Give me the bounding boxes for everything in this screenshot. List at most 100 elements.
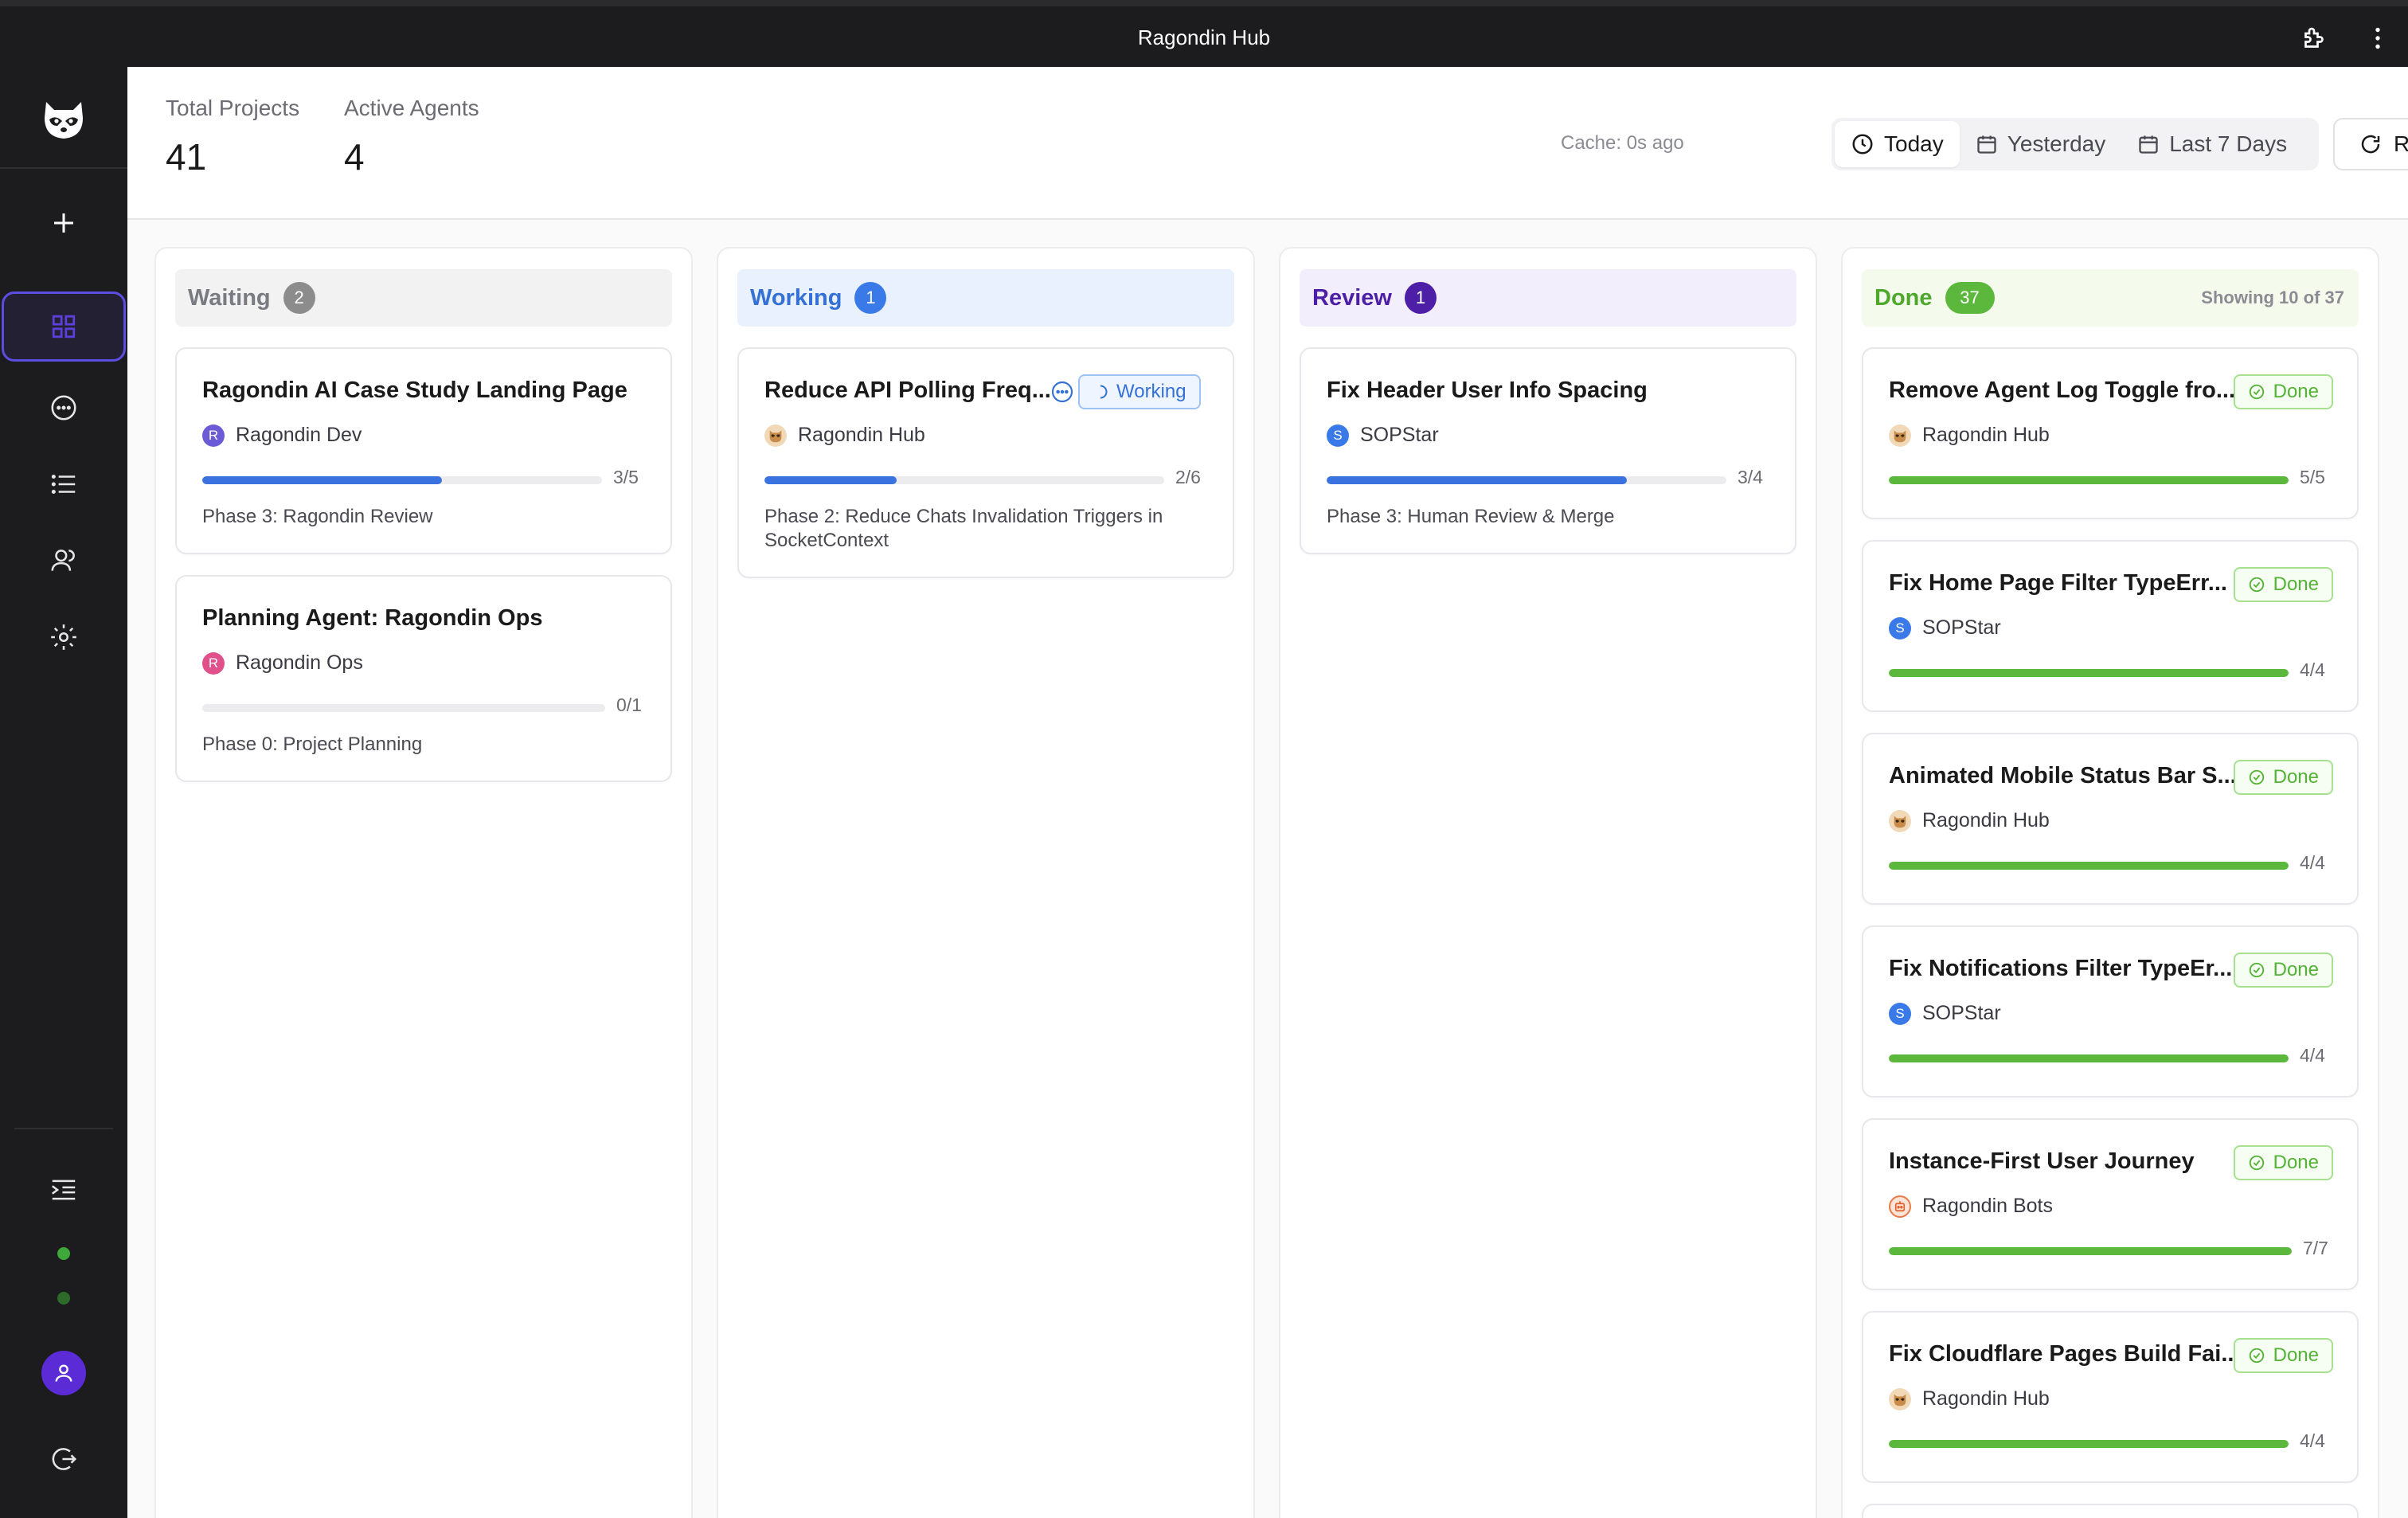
stat-label: Total Projects <box>166 96 300 120</box>
card-project: Ragondin Hub <box>1889 1387 2050 1410</box>
raccoon-logo-icon[interactable] <box>32 88 96 151</box>
progress-bar <box>1889 1247 2292 1255</box>
progress-count: 2/6 <box>1175 467 1201 487</box>
logout-icon[interactable] <box>32 1427 96 1491</box>
badge-label: Done <box>2273 381 2319 402</box>
sidebar-item-board[interactable] <box>2 291 126 362</box>
refresh-icon <box>2361 135 2380 154</box>
card-project: Ragondin Hub <box>1889 809 2050 832</box>
task-card[interactable]: Planning Agent: Ragondin Ops R Ragondin … <box>175 575 672 782</box>
column-title: Done <box>1874 284 1933 311</box>
card-project: Ragondin Hub <box>1889 424 2050 447</box>
progress-fill <box>1327 476 1627 484</box>
refresh-button[interactable]: Refresh <box>2333 118 2408 170</box>
task-card[interactable]: Fix Header User Info Spacing S SOPStar 3… <box>1300 347 1796 554</box>
progress-bar <box>1889 669 2289 677</box>
status-badge-done: Done <box>2233 760 2333 795</box>
list-icon <box>51 474 76 495</box>
sidebar-item-agents[interactable] <box>32 529 96 593</box>
progress-bar <box>202 476 602 484</box>
badge-label: Done <box>2273 1344 2319 1366</box>
check-circle-icon <box>2249 769 2264 785</box>
progress-fill <box>1889 669 2289 677</box>
progress-fill <box>202 476 443 484</box>
chat-icon[interactable] <box>1050 379 1075 405</box>
column-count-badge: 1 <box>1404 282 1437 314</box>
progress-fill <box>1889 1247 2292 1255</box>
status-badge-done: Done <box>2233 374 2333 409</box>
card-phase: Phase 3: Human Review & Merge <box>1327 506 1615 527</box>
card-phase: Phase 3: Ragondin Review <box>202 506 433 527</box>
window-titlebar: Ragondin Hub <box>0 0 2408 67</box>
progress-count: 0/1 <box>616 694 642 715</box>
card-title: Planning Agent: Ragondin Ops <box>202 605 543 631</box>
progress-count: 4/4 <box>2300 1045 2325 1066</box>
card-project: S SOPStar <box>1327 424 1439 447</box>
sidebar-item-chats[interactable] <box>32 376 96 440</box>
progress-bar <box>1327 476 1726 484</box>
task-card[interactable]: Remove Agent Log Toggle fro... Done Rago… <box>1862 347 2359 519</box>
card-project: Ragondin Bots <box>1889 1195 2053 1218</box>
progress-bar <box>764 476 1164 484</box>
task-card[interactable]: Fix Cloudflare Pages Build Fai... Done R… <box>1862 1311 2359 1483</box>
column-review: Review 1 Fix Header User Info Spacing S … <box>1279 247 1817 1518</box>
progress-count: 5/5 <box>2300 467 2325 487</box>
project-name: Ragondin Bots <box>1922 1195 2054 1217</box>
range-today-button[interactable]: Today <box>1835 121 1960 167</box>
column-done: Done 37 Showing 10 of 37 Remove Agent Lo… <box>1841 247 2379 1518</box>
cache-status: Cache: 0s ago <box>1561 132 1684 154</box>
sidebar-item-settings[interactable] <box>32 605 96 669</box>
extension-icon[interactable] <box>2298 22 2330 54</box>
user-avatar[interactable] <box>41 1351 86 1395</box>
column-title: Review <box>1312 284 1392 311</box>
sidebar-divider <box>0 167 127 169</box>
showing-count: Showing 10 of 37 <box>2201 288 2344 307</box>
status-badge-done: Done <box>2233 1145 2333 1180</box>
task-card[interactable]: Ragondin AI Case Study Landing Page R Ra… <box>175 347 672 554</box>
column-count-badge: 1 <box>854 282 887 314</box>
card-project: S SOPStar <box>1889 616 2001 640</box>
card-title: Remove Agent Log Toggle fro... <box>1889 378 2235 403</box>
check-circle-icon <box>2249 384 2264 400</box>
task-card[interactable]: Fix Home Page Filter TypeErr... Done S S… <box>1862 540 2359 712</box>
clock-icon <box>1852 134 1873 155</box>
collapse-sidebar-icon[interactable] <box>32 1158 96 1222</box>
check-circle-icon <box>2249 1348 2264 1363</box>
progress-bar <box>1889 476 2289 484</box>
range-yesterday-button[interactable]: Yesterday <box>1960 121 2122 167</box>
stats-header: Total Projects 41 Active Agents 4 Cache:… <box>127 67 2408 220</box>
project-name: Ragondin Hub <box>1922 424 2050 446</box>
task-card[interactable]: Instance-First User Journey Done Ragondi… <box>1862 1118 2359 1290</box>
card-title: Reduce API Polling Freq... <box>764 378 1051 403</box>
progress-count: 3/5 <box>613 467 639 487</box>
new-plus-icon[interactable] <box>32 191 96 255</box>
column-count-badge: 2 <box>283 282 315 314</box>
card-project: R Ragondin Ops <box>202 651 363 675</box>
more-vertical-icon[interactable] <box>2362 22 2394 54</box>
card-phase: Phase 2: Reduce Chats Invalidation Trigg… <box>764 506 1163 551</box>
task-card[interactable]: Animated Mobile Status Bar S... Done Rag… <box>1862 733 2359 905</box>
card-title: Ragondin AI Case Study Landing Page <box>202 378 627 403</box>
range-label: Yesterday <box>2007 131 2106 156</box>
user-icon <box>55 1364 72 1382</box>
project-avatar: R <box>202 424 225 447</box>
progress-fill <box>1889 1440 2289 1448</box>
check-circle-icon <box>2249 577 2264 593</box>
project-name: Ragondin Hub <box>798 424 925 446</box>
task-card[interactable] <box>1862 1504 2359 1518</box>
card-phase: Phase 0: Project Planning <box>202 734 423 755</box>
range-label: Today <box>1884 131 1944 156</box>
column-title: Waiting <box>188 284 271 311</box>
range-last-7-days-button[interactable]: Last 7 Days <box>2121 121 2303 167</box>
chat-icon <box>51 395 76 421</box>
users-icon <box>51 550 75 571</box>
column-header: Done 37 Showing 10 of 37 <box>1862 269 2359 327</box>
calendar-icon <box>1977 135 1996 154</box>
card-title: Fix Header User Info Spacing <box>1327 378 1648 403</box>
status-badge-done: Done <box>2233 953 2333 988</box>
task-card[interactable]: Reduce API Polling Freq... Working Ragon… <box>737 347 1234 578</box>
robot-avatar-icon <box>1889 1195 1911 1218</box>
task-card[interactable]: Fix Notifications Filter TypeEr... Done … <box>1862 925 2359 1097</box>
sidebar-item-tasks[interactable] <box>32 452 96 516</box>
badge-label: Done <box>2273 1152 2319 1173</box>
